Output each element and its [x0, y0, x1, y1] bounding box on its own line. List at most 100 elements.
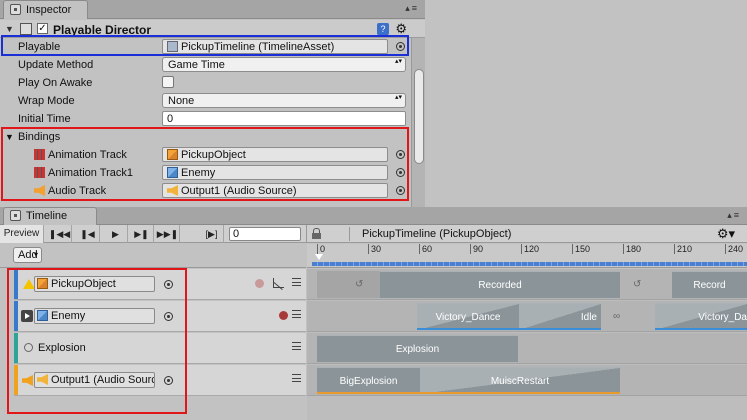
ruler-tick-label: 150 [575, 244, 591, 254]
next-frame-icon[interactable]: ▶❚ [130, 225, 154, 243]
ruler-tick-label: 210 [677, 244, 693, 254]
update-method-value: Game Time [168, 59, 225, 71]
clip-label: Victory_Da [698, 312, 747, 323]
clip-label: BigExplosion [339, 376, 398, 387]
wrap-mode-row: Wrap Mode None [0, 92, 410, 110]
clip-underline [655, 328, 747, 330]
wrap-mode-label: Wrap Mode [18, 95, 75, 107]
clip-label: MuiscRestart [490, 376, 550, 387]
ruler-tick-label: 180 [626, 244, 642, 254]
clip-explosion[interactable]: Explosion [317, 335, 518, 362]
help-icon[interactable]: ? [377, 23, 389, 35]
inspector-icon [10, 4, 21, 15]
play-on-awake-checkbox[interactable] [162, 76, 174, 88]
inspector-scrollbar[interactable] [411, 38, 425, 207]
playhead-icon[interactable] [315, 254, 323, 260]
update-method-row: Update Method Game Time [0, 56, 410, 74]
track-menu-icon[interactable] [292, 342, 301, 350]
clip-bigexplosion[interactable]: BigExplosion [317, 367, 420, 394]
clip-music-restart[interactable]: MuiscRestart [420, 367, 620, 394]
ruler-tick-label: 30 [371, 244, 382, 254]
playable-director-icon [20, 23, 32, 35]
clip-label: Idle [580, 312, 597, 323]
timeline-title-bar: PickupTimeline (PickupObject) ⚙▾ [306, 225, 747, 243]
inspector-panel: Inspector ▴≡ ▼ ✓ Playable Director ? ⚙ P… [0, 0, 425, 207]
play-range-icon[interactable]: [▶] [200, 225, 224, 243]
timeline-icon [10, 210, 21, 221]
curves-icon[interactable] [273, 278, 284, 288]
separator [349, 227, 350, 241]
prev-frame-icon[interactable]: ❚◀ [76, 225, 100, 243]
play-icon[interactable]: ▶ [104, 225, 128, 243]
foldout-arrow-icon[interactable]: ▼ [5, 24, 14, 34]
clip-victory-dance[interactable]: Victory_Da [655, 303, 747, 330]
initial-time-input[interactable]: 0 [162, 111, 406, 126]
track-menu-icon[interactable] [292, 278, 301, 286]
timeline-tab[interactable]: Timeline [3, 207, 97, 225]
highlight-box-tracks [7, 268, 187, 414]
lock-icon[interactable] [312, 228, 321, 239]
track-menu-icon[interactable] [292, 310, 301, 318]
goto-end-icon[interactable]: ▶▶❚ [156, 225, 180, 243]
ruler-tick-label: 0 [320, 244, 326, 254]
preview-button[interactable]: Preview [0, 225, 44, 243]
gear-icon[interactable]: ⚙▾ [717, 226, 735, 242]
scrollbar-thumb[interactable] [414, 69, 424, 164]
window-menu-icon[interactable]: ▴≡ [405, 3, 419, 14]
timeline-tabbar: Timeline ▴≡ [0, 207, 747, 225]
ruler-tick-label: 240 [728, 244, 744, 254]
clip-gap [317, 271, 380, 298]
inspector-tab-label: Inspector [26, 4, 72, 16]
loop-icon: ∞ [613, 311, 621, 322]
ruler-tick-label: 120 [524, 244, 540, 254]
initial-time-row: Initial Time 0 [0, 110, 410, 128]
track-lane[interactable]: ↺ Recorded ↺ Record [307, 269, 747, 300]
wrap-mode-dropdown[interactable]: None [162, 93, 406, 108]
inspector-tabbar: Inspector ▴≡ [0, 0, 425, 19]
component-enabled-checkbox[interactable]: ✓ [37, 23, 48, 34]
clip-victory-dance[interactable]: Victory_Dance [417, 303, 519, 330]
timeline-title: PickupTimeline (PickupObject) [362, 228, 512, 240]
initial-time-value: 0 [167, 113, 174, 125]
clip-underline [417, 328, 519, 330]
loop-icon: ↺ [633, 279, 642, 290]
clip-label: Explosion [395, 344, 440, 355]
clip-underline [519, 328, 601, 330]
track-menu-icon[interactable] [292, 374, 301, 382]
play-on-awake-row: Play On Awake [0, 74, 410, 92]
ruler-tick-label: 60 [422, 244, 433, 254]
clip-recorded[interactable]: Recorded [380, 271, 620, 298]
time-ruler[interactable]: 0 30 60 90 120 150 180 210 240 [307, 244, 747, 268]
timeline-tab-label: Timeline [26, 210, 68, 222]
add-track-button[interactable]: Add [13, 247, 42, 263]
wrap-mode-value: None [168, 95, 195, 107]
ruler-tick-label: 90 [473, 244, 484, 254]
clip-area[interactable]: ↺ Recorded ↺ Record Victory_Dance Idle ∞… [307, 269, 747, 420]
track-lane[interactable]: Explosion [307, 333, 747, 364]
clip-label: Record [693, 280, 726, 291]
goto-start-icon[interactable]: ❚◀◀ [48, 225, 72, 243]
clip-label: Victory_Dance [435, 312, 501, 323]
timeline-toolbar: Preview ❚◀◀ ❚◀ ▶ ▶❚ ▶▶❚ [▶] 0 [0, 225, 306, 243]
add-track-area: Add [0, 244, 306, 268]
clip-underline [420, 392, 620, 394]
clip-underline [317, 392, 420, 394]
clip-recorded[interactable]: Record [672, 271, 747, 298]
update-method-dropdown[interactable]: Game Time [162, 57, 406, 72]
update-method-label: Update Method [18, 59, 94, 71]
clip-label: Recorded [478, 280, 522, 291]
loop-icon: ↺ [355, 279, 364, 290]
track-lane[interactable]: BigExplosion MuiscRestart [307, 365, 747, 396]
highlight-box-bindings [1, 127, 409, 201]
clip-idle[interactable]: Idle [519, 303, 601, 330]
highlight-box-blue [1, 35, 409, 56]
track-lane[interactable]: Victory_Dance Idle ∞ Victory_Da [307, 301, 747, 332]
play-on-awake-label: Play On Awake [18, 77, 93, 89]
window-menu-icon[interactable]: ▴≡ [727, 210, 741, 221]
frame-input[interactable]: 0 [229, 227, 301, 241]
time-range-bar [312, 262, 747, 266]
initial-time-label: Initial Time [18, 113, 71, 125]
record-icon[interactable] [255, 279, 264, 288]
inspector-tab[interactable]: Inspector [3, 0, 88, 19]
record-icon[interactable] [279, 311, 288, 320]
